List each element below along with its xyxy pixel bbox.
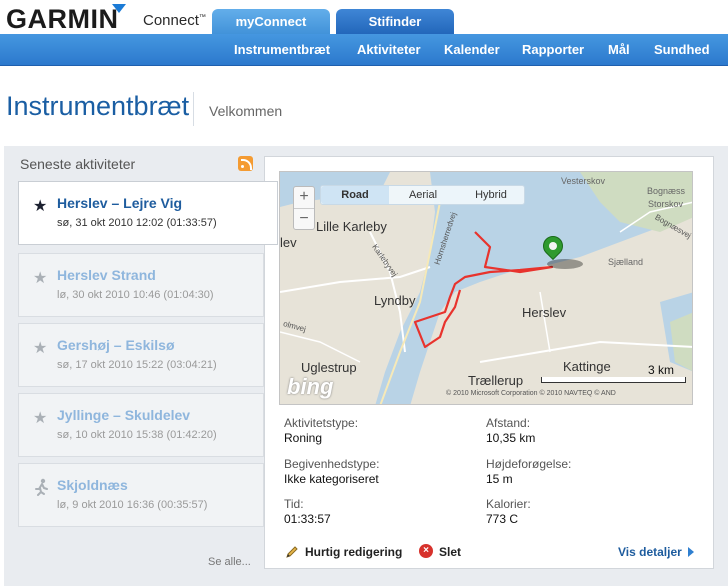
zoom-in-button[interactable]: + [294,187,314,208]
activity-type-value: Roning [284,431,323,445]
map-label-lille-karleby: Lille Karleby [316,219,387,234]
activity-item[interactable]: ★ Jyllinge – Skuldelev sø, 10 okt 2010 1… [18,393,264,457]
map-type-road[interactable]: Road [321,186,389,204]
calories-label: Kalorier: [486,497,531,511]
activity-subtitle: lø, 30 okt 2010 10:46 (01:04:30) [57,289,214,301]
map-label-storskov: Storskov [648,199,684,209]
activity-subtitle: lø, 9 okt 2010 16:36 (00:35:57) [57,499,208,511]
map-label-vesterskov: Vesterskov [561,176,606,186]
delete-button[interactable]: Slet [439,545,461,559]
activity-title: Jyllinge – Skuldelev [57,407,191,423]
activity-type-label: Aktivitetstype: [284,416,359,430]
page-title: Instrumentbræt [6,91,190,121]
tab-stifinder[interactable]: Stifinder [336,9,454,37]
map-label-kattinge: Kattinge [563,359,611,374]
map-type-switcher: Road Aerial Hybrid [320,185,525,205]
star-icon: ★ [33,270,48,287]
map-zoom-control: + − [293,186,315,230]
activity-subtitle: sø, 31 okt 2010 12:02 (01:33:57) [57,217,217,229]
pencil-icon[interactable] [285,545,299,559]
map-type-aerial[interactable]: Aerial [389,186,457,204]
time-label: Tid: [284,497,304,511]
time-value: 01:33:57 [284,512,331,526]
map-label-bognaes: Bognæss [647,186,686,196]
nav-maal[interactable]: Mål [608,42,630,57]
map-label-uglestrup: Uglestrup [301,360,357,375]
runner-icon [33,478,49,501]
star-icon: ★ [33,198,48,215]
zoom-out-button[interactable]: − [294,209,314,230]
map-scale-label: 3 km [648,363,675,377]
map-scale-bar [541,377,686,383]
activity-title: Gershøj – Eskilsø [57,337,175,353]
view-details-link[interactable]: Vis detaljer [618,545,682,559]
map-label-sjaelland: Sjælland [608,257,644,267]
welcome-text: Velkommen [209,103,283,119]
activity-item[interactable]: ★ Gershøj – Eskilsø sø, 17 okt 2010 15:2… [18,323,264,387]
activity-title: Herslev Strand [57,267,156,283]
activity-subtitle: sø, 10 okt 2010 15:38 (01:42:20) [57,429,217,441]
map-label-traellerup: Trællerup [468,373,524,388]
title-divider [193,92,194,126]
distance-label: Afstand: [486,416,531,430]
chevron-right-icon[interactable] [688,547,694,557]
event-type-value: Ikke kategoriseret [284,472,379,486]
see-all-link[interactable]: Se alle... [208,556,251,568]
map-label-lev: lev [280,235,297,250]
map-label-herslev: Herslev [522,305,567,320]
trademark: ™ [198,14,206,21]
elevation-label: Højdeforøgelse: [486,457,572,471]
activity-title: Skjoldnæs [57,477,128,493]
map-type-hybrid[interactable]: Hybrid [457,186,525,204]
tab-myconnect[interactable]: myConnect [212,9,330,37]
calories-value: 773 C [486,512,519,526]
bing-logo: bing [287,374,334,399]
activity-subtitle: sø, 17 okt 2010 15:22 (03:04:21) [57,359,217,371]
rss-icon[interactable] [238,156,253,171]
star-icon: ★ [33,410,48,427]
activity-item[interactable]: Skjoldnæs lø, 9 okt 2010 16:36 (00:35:57… [18,463,264,527]
garmin-logo[interactable]: GARMIN [6,4,119,35]
activity-item[interactable]: ★ Herslev Strand lø, 30 okt 2010 10:46 (… [18,253,264,317]
event-type-label: Begivenhedstype: [284,457,380,471]
nav-kalender[interactable]: Kalender [444,42,500,57]
quick-edit-button[interactable]: Hurtig redigering [305,545,402,559]
connect-logo[interactable]: Connect™ [143,12,206,29]
elevation-value: 15 m [486,472,513,486]
map-copyright: © 2010 Microsoft Corporation © 2010 NAVT… [446,390,616,397]
nav-aktiviteter[interactable]: Aktiviteter [357,42,421,57]
nav-sundhed[interactable]: Sundhed [654,42,710,57]
activity-item[interactable]: ★ Herslev – Lejre Vig sø, 31 okt 2010 12… [18,181,278,245]
activity-title: Herslev – Lejre Vig [57,195,183,211]
star-icon: ★ [33,340,48,357]
delete-icon[interactable]: × [419,544,433,558]
nav-rapporter[interactable]: Rapporter [522,42,584,57]
distance-value: 10,35 km [486,431,536,445]
recent-activities-heading: Seneste aktiviteter [20,156,136,172]
main-nav: Instrumentbræt Aktiviteter Kalender Rapp… [0,34,728,66]
nav-instrumentbraet[interactable]: Instrumentbræt [234,42,330,57]
map-label-lyndby: Lyndby [374,293,416,308]
garmin-triangle-icon [112,4,126,13]
connect-text: Connect [143,12,199,29]
